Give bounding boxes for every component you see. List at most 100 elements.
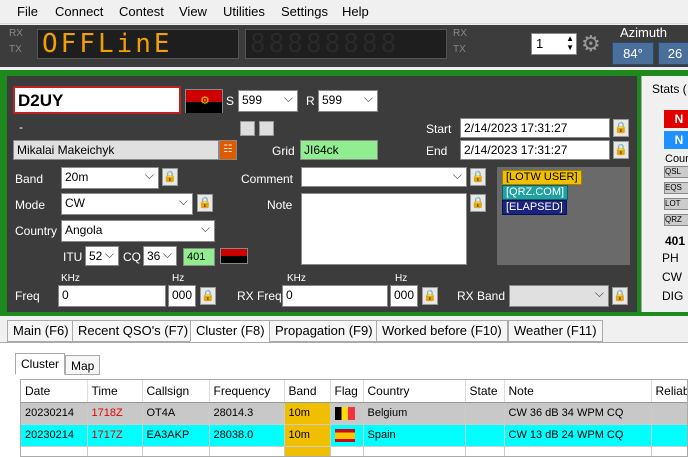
tx2-label: TX	[453, 44, 466, 55]
cluster-table-container: Date Time Callsign Frequency Band Flag C…	[20, 379, 688, 457]
rx-band-select[interactable]	[509, 285, 609, 307]
cq-label: CQ	[123, 250, 141, 264]
rx-hz-label: Hz	[395, 273, 408, 284]
band-select[interactable]: 20m	[61, 167, 159, 189]
tab-propagation[interactable]: Propagation (F9)	[269, 320, 379, 342]
band-label: Band	[15, 172, 44, 186]
stats-new-button-2[interactable]: N	[664, 131, 688, 149]
stats-dxcc-count: 401	[665, 234, 686, 248]
cell-frequency	[209, 446, 285, 456]
cell-note: CW 36 dB 34 WPM CQ	[504, 402, 652, 425]
dash-label: -	[19, 120, 23, 134]
cell-country: Spain	[363, 424, 466, 447]
cell-band: 10m	[284, 402, 331, 425]
menu-help[interactable]: Help	[342, 4, 369, 19]
start-datetime[interactable]: 2/14/2023 17:31:27	[460, 118, 610, 138]
spain-flag-icon	[334, 428, 355, 442]
menu-view[interactable]: View	[179, 4, 207, 19]
name-field[interactable]: Mikalai Makeichyk	[13, 140, 219, 160]
freq-hz-input[interactable]: 000	[168, 285, 196, 307]
s-label: S	[226, 94, 235, 108]
col-time[interactable]: Time	[87, 380, 143, 403]
elapsed-tag[interactable]: [ELAPSED]	[502, 200, 567, 215]
paste-button[interactable]	[259, 121, 274, 136]
col-country[interactable]: Country	[363, 380, 466, 403]
cell-callsign: OT4A	[142, 402, 210, 425]
freq-label: Freq	[15, 289, 40, 303]
band-lock-icon[interactable]: 🔒	[162, 168, 178, 186]
cell-country: Belgium	[363, 402, 466, 425]
col-reliability[interactable]: Reliabi	[651, 380, 687, 403]
freq-khz-input[interactable]: 0	[58, 285, 166, 307]
grid-field[interactable]: JI64ck	[300, 140, 378, 160]
col-callsign[interactable]: Callsign	[142, 380, 210, 403]
stats-mode-dig: DIG	[662, 289, 684, 303]
cell-time: 1717Z	[87, 424, 143, 447]
comment-lock-icon[interactable]: 🔒	[470, 168, 486, 186]
subtab-cluster[interactable]: Cluster	[15, 353, 66, 375]
stats-mode-ph: PH	[662, 251, 679, 265]
end-datetime[interactable]: 2/14/2023 17:31:27	[460, 140, 610, 160]
note-label: Note	[267, 198, 293, 212]
col-note[interactable]: Note	[504, 380, 652, 403]
table-row[interactable]	[21, 446, 687, 456]
qrz-tag[interactable]: [QRZ.COM]	[502, 185, 569, 200]
tab-recent-qsos[interactable]: Recent QSO's (F7)	[72, 320, 195, 342]
table-row[interactable]: 20230214 1717Z EA3AKP 28038.0 10m Spain …	[21, 424, 687, 447]
rx-label: RX	[9, 28, 23, 39]
mode-select[interactable]: CW	[61, 193, 193, 215]
country-select[interactable]: Angola	[61, 220, 215, 242]
rx-freq-khz-input[interactable]: 0	[282, 285, 388, 307]
tab-worked-before[interactable]: Worked before (F10)	[376, 320, 508, 342]
lookup-icon[interactable]: ☷	[219, 140, 237, 160]
menu-settings[interactable]: Settings	[281, 4, 328, 19]
radio-number-spinner[interactable]: 1 ▲ ▼	[531, 33, 577, 55]
col-flag[interactable]: Flag	[330, 380, 364, 403]
freq-lock-icon[interactable]: 🔒	[200, 287, 216, 305]
rst-sent-select[interactable]: 599	[238, 90, 298, 112]
copy-button[interactable]	[240, 121, 255, 136]
itu-select[interactable]: 52	[85, 246, 119, 266]
menu-file[interactable]: File	[17, 4, 38, 19]
tab-main[interactable]: Main (F6)	[7, 320, 75, 342]
cell-date	[21, 446, 88, 456]
gear-icon[interactable]: ⚙	[581, 31, 601, 57]
end-lock-icon[interactable]: 🔒	[613, 141, 629, 159]
cell-reliability	[651, 446, 687, 456]
cq-select[interactable]: 36	[143, 246, 177, 266]
col-date[interactable]: Date	[21, 380, 88, 403]
cell-flag	[330, 402, 364, 425]
tab-cluster[interactable]: Cluster (F8)	[190, 320, 271, 342]
col-band[interactable]: Band	[284, 380, 331, 403]
subtab-map[interactable]: Map	[65, 355, 101, 375]
stats-lotw: LOT	[664, 198, 688, 210]
lotw-user-tag[interactable]: [LOTW USER]	[502, 170, 582, 185]
country-label: Country	[15, 224, 58, 238]
stats-panel: Stats ( N N Cour QSL EQS LOT QRZ 401 PH …	[641, 76, 688, 312]
cell-flag	[330, 424, 364, 447]
rx-freq-lock-icon[interactable]: 🔒	[422, 287, 438, 305]
note-lock-icon[interactable]: 🔒	[470, 194, 486, 212]
qso-entry-panel: D2UY ⚙ S 599 R 599 - Mikalai Makeichyk ☷…	[7, 76, 637, 312]
mode-lock-icon[interactable]: 🔒	[197, 194, 213, 212]
callbook-tags-panel: [LOTW USER] [QRZ.COM] [ELAPSED]	[497, 167, 630, 265]
secondary-display: 88888888	[245, 29, 447, 59]
rst-rcvd-select[interactable]: 599	[318, 90, 378, 112]
cell-country	[363, 446, 466, 456]
dxcc-field: 401	[183, 248, 215, 266]
table-row[interactable]: 20230214 1718Z OT4A 28014.3 10m Belgium …	[21, 402, 687, 425]
note-textarea[interactable]	[301, 193, 467, 265]
stats-new-button-1[interactable]: N	[664, 110, 688, 128]
rx-freq-hz-input[interactable]: 000	[390, 285, 418, 307]
start-lock-icon[interactable]: 🔒	[613, 119, 629, 137]
col-frequency[interactable]: Frequency	[209, 380, 285, 403]
rx-band-lock-icon[interactable]: 🔒	[612, 287, 628, 305]
col-state[interactable]: State	[465, 380, 505, 403]
callsign-input[interactable]: D2UY	[13, 86, 181, 114]
menu-contest[interactable]: Contest	[119, 4, 164, 19]
menu-utilities[interactable]: Utilities	[223, 4, 265, 19]
menu-connect[interactable]: Connect	[55, 4, 103, 19]
tab-weather[interactable]: Weather (F11)	[508, 320, 603, 342]
cell-callsign: EA3AKP	[142, 424, 210, 447]
comment-input[interactable]	[301, 167, 467, 187]
